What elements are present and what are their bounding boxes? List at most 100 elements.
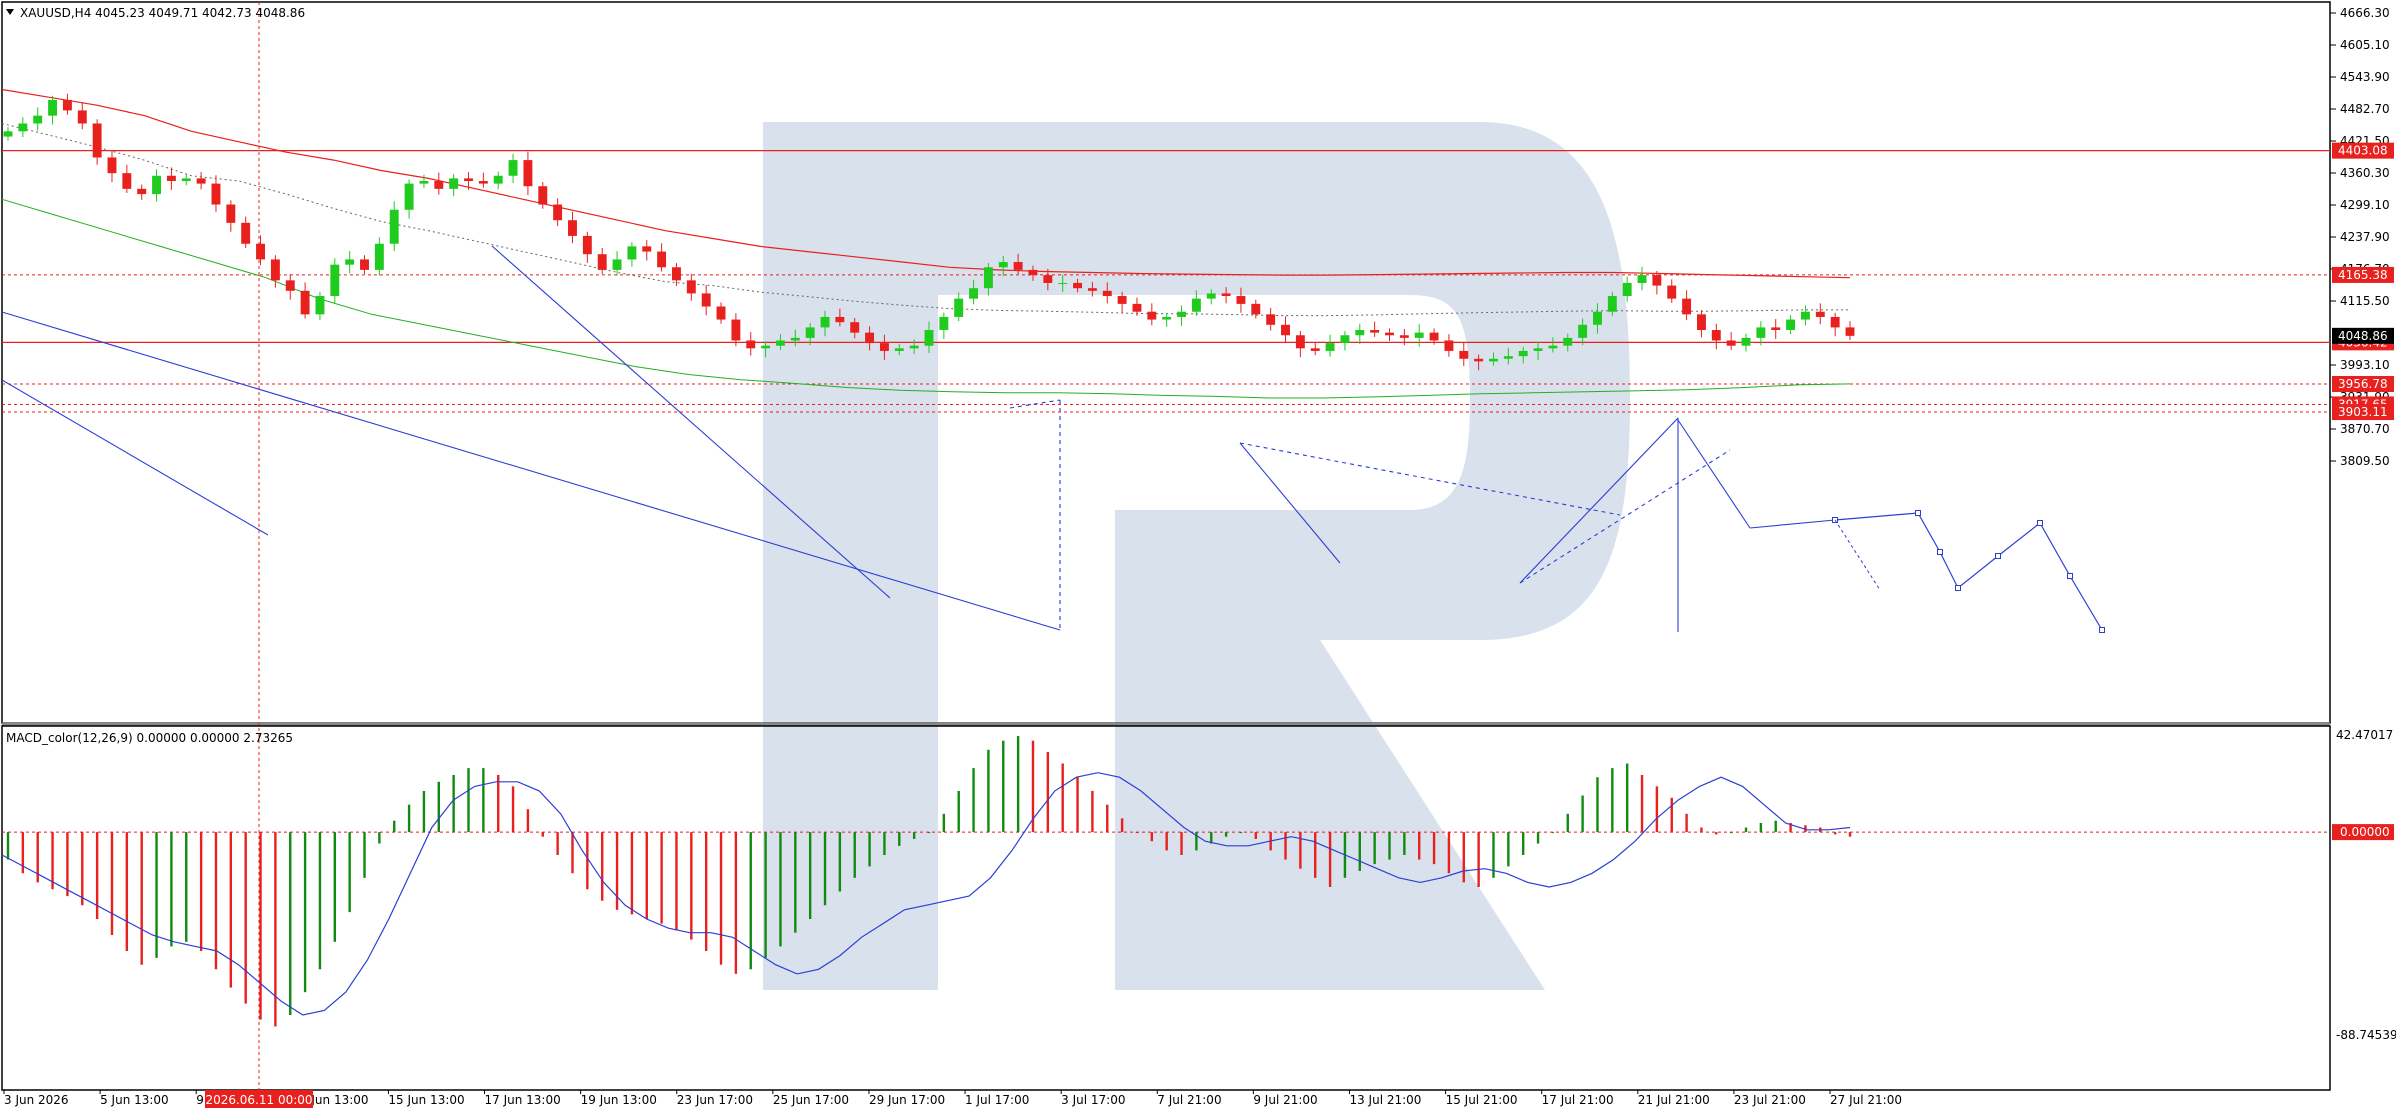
macd-bar	[185, 832, 188, 942]
candle-body	[137, 188, 147, 195]
macd-bar	[66, 832, 69, 897]
candle-body	[493, 175, 503, 184]
time-tick-label: 13 Jul 21:00	[1349, 1093, 1421, 1107]
candle-body	[478, 181, 488, 184]
macd-bar	[1314, 832, 1317, 878]
macd-bar	[497, 774, 500, 833]
macd-bar	[244, 832, 247, 1004]
candle-body	[1251, 303, 1261, 315]
macd-bar	[586, 832, 589, 890]
candle-body	[998, 262, 1008, 268]
time-tick-label: 7 Jul 21:00	[1157, 1093, 1221, 1107]
candle-body	[1726, 340, 1736, 346]
time-tick-label: 15 Jun 13:00	[388, 1093, 464, 1107]
candle-body	[1533, 348, 1543, 351]
candle-body	[3, 131, 13, 137]
candle-body	[1385, 332, 1394, 336]
candle-body	[285, 280, 295, 291]
macd-bar	[1016, 736, 1020, 833]
time-tick-label: 17 Jul 21:00	[1542, 1093, 1614, 1107]
candle-body	[672, 267, 681, 281]
macd-bar	[1581, 795, 1584, 833]
candle-body	[686, 280, 696, 294]
macd-bar	[1224, 832, 1228, 837]
level-price-label: 3903.11	[2338, 405, 2388, 419]
macd-bar	[1388, 832, 1391, 860]
macd-bar	[556, 832, 559, 855]
macd-bar	[1774, 820, 1777, 833]
candle-body	[1578, 324, 1588, 338]
macd-bar	[378, 832, 381, 844]
candle-body	[1117, 296, 1127, 304]
macd-bar	[1640, 774, 1644, 833]
candle-body	[731, 319, 741, 341]
candle-body	[1281, 324, 1290, 336]
price-tick-label: 4237.90	[2340, 230, 2390, 244]
macd-bar	[303, 832, 307, 993]
macd-bar	[1328, 832, 1332, 887]
macd-bar	[853, 832, 856, 878]
candle-body	[1637, 275, 1647, 283]
macd-bar	[1061, 763, 1064, 833]
candle-body	[419, 181, 429, 184]
level-price-label: 4403.08	[2338, 144, 2388, 158]
candle-body	[1667, 285, 1677, 299]
candle-body	[122, 173, 132, 189]
macd-bar	[51, 832, 54, 890]
candle-body	[939, 316, 949, 331]
macd-tick-label: 42.47017	[2336, 728, 2393, 742]
candle-body	[270, 259, 280, 281]
forecast-point	[2037, 520, 2043, 526]
candle-body	[1800, 311, 1810, 320]
candle-body	[1607, 296, 1617, 312]
price-tick-label: 3870.70	[2340, 422, 2390, 436]
forecast-point	[2067, 573, 2073, 579]
candle-body	[1399, 335, 1409, 338]
candle-body	[1266, 314, 1276, 325]
candle-body	[716, 306, 726, 320]
price-header: XAUUSD,H4 4045.23 4049.71 4042.73 4048.8…	[6, 6, 305, 20]
macd-bar	[1848, 832, 1852, 837]
candle-body	[1503, 356, 1513, 359]
time-tick-label: 17 Jun 13:00	[485, 1093, 561, 1107]
candle-body	[1548, 345, 1558, 349]
macd-bar	[259, 832, 262, 1020]
macd-bar	[600, 832, 604, 901]
macd-bar	[125, 832, 129, 951]
macd-bar	[1091, 790, 1094, 833]
candle-body	[1177, 311, 1186, 317]
candle-body	[1102, 290, 1112, 297]
macd-bar	[690, 832, 693, 940]
candle-body	[33, 115, 43, 124]
candle-body	[1518, 350, 1528, 357]
macd-bar	[6, 832, 10, 860]
candle-body	[48, 99, 58, 116]
macd-bar	[1596, 777, 1599, 833]
macd-bar	[660, 832, 663, 924]
macd-bar	[1002, 740, 1005, 833]
candle-body	[92, 123, 102, 158]
candle-body	[523, 160, 533, 187]
forecast-point	[1955, 585, 1961, 591]
macd-bar	[318, 832, 322, 970]
crosshair-time-label: 2026.06.11 00:00	[205, 1093, 312, 1107]
price-tick-label: 3809.50	[2340, 454, 2390, 468]
candle-body	[642, 246, 652, 252]
macd-label: MACD_color(12,26,9) 0.00000 0.00000 2.73…	[6, 731, 293, 745]
macd-bar	[1076, 777, 1079, 833]
candle-body	[360, 259, 369, 270]
macd-bar	[214, 832, 218, 970]
time-tick-label: 23 Jul 21:00	[1734, 1093, 1806, 1107]
macd-bar	[1180, 832, 1183, 855]
candle-body	[1087, 288, 1097, 291]
macd-bar	[1551, 832, 1555, 834]
macd-bar	[541, 832, 544, 837]
candle-body	[300, 290, 310, 315]
candle-body	[1147, 311, 1157, 320]
candle-body	[820, 316, 830, 328]
candle-body	[865, 332, 875, 344]
macd-bar	[407, 804, 411, 833]
candle-body	[1295, 335, 1305, 349]
candle-body	[1474, 358, 1484, 362]
macd-bar	[1106, 804, 1109, 833]
